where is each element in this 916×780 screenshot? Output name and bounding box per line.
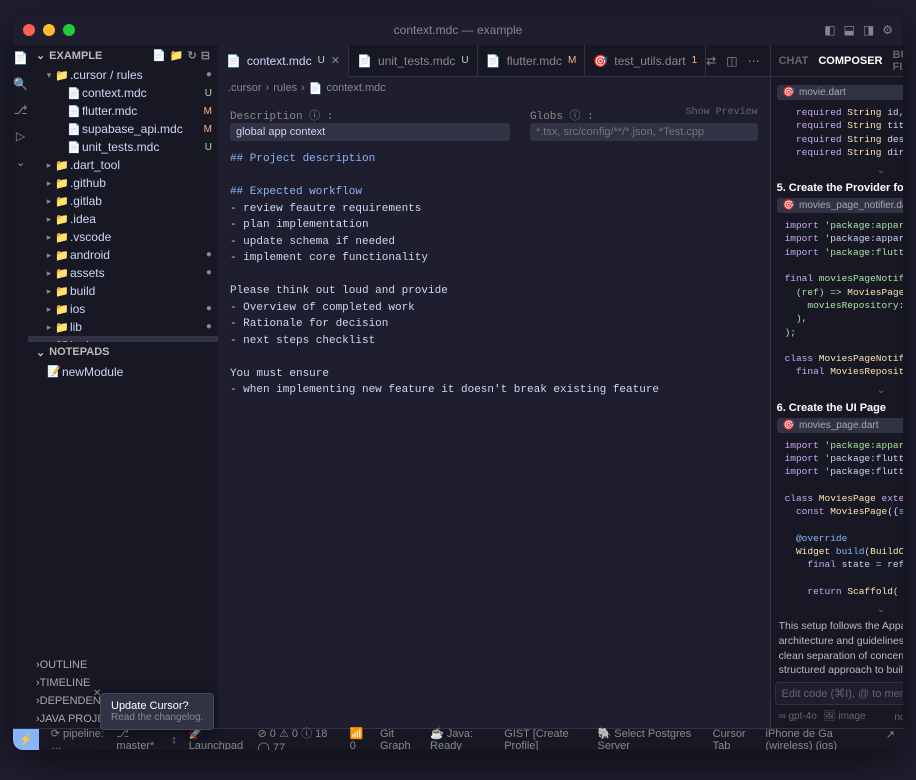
section-header[interactable]: › TIMELINE <box>28 674 218 692</box>
tree-item[interactable]: 📄flutter.mdcM <box>28 102 218 120</box>
cursor-tab[interactable]: Cursor Tab <box>713 728 754 751</box>
tree-item[interactable]: 📄context.mdcU <box>28 84 218 102</box>
file-header[interactable]: 🎯movies_page_notifier.dart1/1 ✓ <box>777 198 903 213</box>
remote-icon[interactable]: ⚡ <box>13 729 39 751</box>
split-icon[interactable]: ◫ <box>726 54 737 68</box>
breadcrumb[interactable]: .cursor › rules › 📄 context.mdc <box>218 77 770 99</box>
activity-bar: 📄 🔍 ⎇ ▷ ⌄ <box>13 45 28 728</box>
tree-item[interactable]: ▸📁android● <box>28 246 218 264</box>
gist[interactable]: GIST [Create Profile] <box>504 728 585 751</box>
window-title: context.mdc — example <box>394 23 523 37</box>
sync-icon[interactable]: ↕ <box>171 734 177 746</box>
layout-bottom-icon[interactable]: ⬓ <box>844 23 855 37</box>
new-file-icon[interactable]: 📄 <box>152 49 166 62</box>
file-header[interactable]: 🎯movie.dart1/1 ✓ <box>777 85 903 100</box>
show-preview-link[interactable]: Show Preview <box>686 107 758 123</box>
git-branch[interactable]: ⎇ master* <box>116 727 159 750</box>
file-tree: ▾📁.cursor / rules●📄context.mdcU📄flutter.… <box>28 66 218 342</box>
more-icon[interactable]: ⌄ <box>15 155 25 169</box>
mode-select[interactable]: normal <box>894 712 903 723</box>
ports[interactable]: 📶 0 <box>350 727 368 750</box>
new-folder-icon[interactable]: 📁 <box>170 49 184 62</box>
step-title: 5. Create the Provider for UI State <box>777 182 903 194</box>
layout-right-icon[interactable]: ◨ <box>863 23 874 37</box>
tab-bugfinder[interactable]: BUG FINDER <box>893 49 904 73</box>
java-status[interactable]: ☕ Java: Ready <box>430 727 492 750</box>
tree-item[interactable]: ▸📁ios● <box>28 300 218 318</box>
section-header[interactable]: › OUTLINE <box>28 656 218 674</box>
tree-item[interactable]: ▸📁.idea <box>28 210 218 228</box>
close-tab-icon: ✕ <box>331 54 340 67</box>
source-control-icon[interactable]: ⎇ <box>14 103 28 117</box>
editor-area: 📄context.mdcU✕📄unit_tests.mdcU📄flutter.m… <box>218 45 770 728</box>
update-toast[interactable]: ✕ Update Cursor? Read the changelog. <box>100 693 214 730</box>
device[interactable]: iPhone de Ga (wireless) (ios) <box>766 728 874 751</box>
notepads-header[interactable]: ⌄NOTEPADS <box>28 342 218 363</box>
file-header[interactable]: 🎯movies_page.dart1/1 ✓ <box>777 418 903 433</box>
tab-bar: 📄context.mdcU✕📄unit_tests.mdcU📄flutter.m… <box>218 45 770 77</box>
bell-icon[interactable]: ↗ <box>886 728 895 751</box>
step-title: 6. Create the UI Page <box>777 402 903 414</box>
globs-input[interactable] <box>530 123 758 141</box>
editor-tab[interactable]: 📄context.mdcU✕ <box>218 45 349 77</box>
postgres[interactable]: 🐘 Select Postgres Server <box>597 727 700 750</box>
close-window[interactable] <box>23 24 35 36</box>
tree-item[interactable]: 📄unit_tests.mdcU <box>28 138 218 156</box>
run-debug-icon[interactable]: ▷ <box>16 129 25 143</box>
tree-item[interactable]: ▸📁.gitlab <box>28 192 218 210</box>
titlebar: context.mdc — example ◧ ⬓ ◨ ⚙ <box>13 15 903 45</box>
tree-item[interactable]: ▸📁.vscode <box>28 228 218 246</box>
globs-label: Globs ⓘ : <box>530 107 594 123</box>
sidebar-header[interactable]: ⌄ EXAMPLE 📄 📁 ↻ ⊟ <box>28 45 218 66</box>
editor-tab[interactable]: 🎯test_utils.dart1 <box>585 45 706 77</box>
minimize-window[interactable] <box>43 24 55 36</box>
sidebar: ⌄ EXAMPLE 📄 📁 ↻ ⊟ ▾📁.cursor / rules●📄con… <box>28 45 218 728</box>
maximize-window[interactable] <box>63 24 75 36</box>
editor-content[interactable]: ## Project description ## Expected workf… <box>230 151 758 399</box>
pipeline-status[interactable]: ⟳ pipeline: … <box>51 727 105 750</box>
chevron-down-icon: ⌄ <box>36 49 45 62</box>
status-bar: ⚡ ⟳ pipeline: … ⎇ master* ↕ 🚀 Launchpad … <box>13 728 903 750</box>
description-input[interactable] <box>230 123 510 141</box>
tab-composer[interactable]: COMPOSER <box>818 55 882 67</box>
close-icon[interactable]: ✕ <box>93 688 101 699</box>
summary-text: This setup follows the ApparenceKit arch… <box>777 615 903 678</box>
image-attach[interactable]: 🖼 image <box>823 711 866 724</box>
notepad-item[interactable]: 📝newModule <box>28 363 218 381</box>
collapse-icon[interactable]: ⊟ <box>201 49 210 62</box>
composer-input[interactable]: Edit code (⌘I), @ to mention <box>775 682 903 705</box>
tree-item[interactable]: ▸📁.github <box>28 174 218 192</box>
search-icon[interactable]: 🔍 <box>13 77 28 91</box>
layout-left-icon[interactable]: ◧ <box>824 23 835 37</box>
explorer-icon[interactable]: 📄 <box>13 51 28 65</box>
git-graph[interactable]: Git Graph <box>380 728 418 751</box>
tree-item[interactable]: ▸📁assets● <box>28 264 218 282</box>
launchpad[interactable]: 🚀 Launchpad <box>189 727 246 750</box>
tree-item[interactable]: ▾📁.cursor / rules● <box>28 66 218 84</box>
editor-tab[interactable]: 📄unit_tests.mdcU <box>349 45 478 77</box>
model-select[interactable]: ∞ gpt-4o <box>779 711 817 724</box>
customize-icon[interactable]: ⚙ <box>882 23 893 37</box>
more-icon[interactable]: ⋯ <box>748 54 760 68</box>
problems[interactable]: ⊘ 0 ⚠ 0 ⓘ 18 ◯ 77 <box>258 725 338 750</box>
tree-item[interactable]: ▸📁.dart_tool <box>28 156 218 174</box>
tree-item[interactable]: ▸📁lib● <box>28 318 218 336</box>
tree-item[interactable]: ▸📁build <box>28 282 218 300</box>
editor-tab[interactable]: 📄flutter.mdcM <box>478 45 586 77</box>
refresh-icon[interactable]: ↻ <box>188 49 197 62</box>
description-label: Description ⓘ : <box>230 111 333 123</box>
tree-item[interactable]: 📄supabase_api.mdcM <box>28 120 218 138</box>
tab-chat[interactable]: CHAT <box>779 55 809 67</box>
right-panel: CHAT COMPOSER BUG FINDER + ↻ ⋯ ✕ 🎯movie.… <box>770 45 903 728</box>
diff-icon[interactable]: ⇄ <box>706 54 716 68</box>
